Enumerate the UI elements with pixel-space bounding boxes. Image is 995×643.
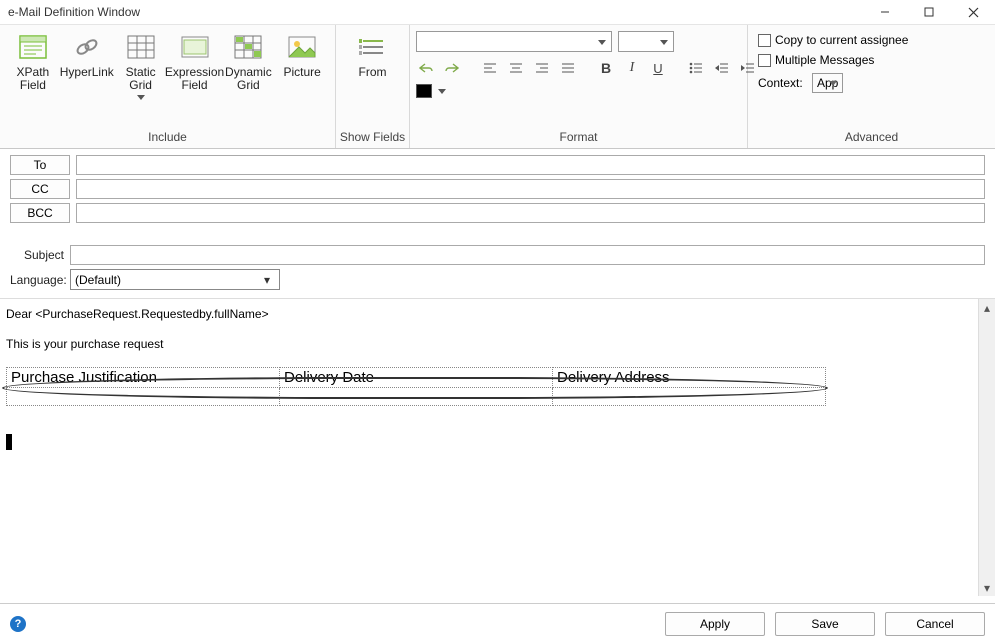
picture-label: Picture [283, 66, 320, 79]
close-button[interactable] [951, 0, 995, 25]
text-cursor [6, 434, 12, 450]
table-header: Purchase Justification [7, 368, 280, 388]
format-group-label: Format [410, 128, 747, 148]
undo-button[interactable] [416, 58, 436, 78]
italic-button[interactable]: I [622, 58, 642, 78]
include-group-label: Include [0, 128, 335, 148]
body-line: This is your purchase request [6, 337, 971, 351]
table-header: Delivery Address [553, 368, 826, 388]
window-title: e-Mail Definition Window [8, 5, 863, 19]
table-cell[interactable] [280, 388, 553, 406]
picture-icon [286, 31, 318, 63]
static-grid-button[interactable]: StaticGrid [114, 29, 168, 102]
multiple-messages-checkbox[interactable] [758, 54, 771, 67]
minimize-button[interactable] [863, 0, 907, 25]
copy-assignee-checkbox[interactable] [758, 34, 771, 47]
bottom-bar: ? Apply Save Cancel [0, 603, 995, 643]
outdent-button[interactable] [712, 58, 732, 78]
font-family-select[interactable] [416, 31, 612, 52]
align-justify-button[interactable] [558, 58, 578, 78]
cancel-button[interactable]: Cancel [885, 612, 985, 636]
titlebar: e-Mail Definition Window [0, 0, 995, 25]
hyperlink-button[interactable]: HyperLink [60, 29, 114, 81]
grid-icon [125, 31, 157, 63]
table-header: Delivery Date [280, 368, 553, 388]
multiple-messages-label: Multiple Messages [775, 53, 874, 67]
body-table[interactable]: Purchase Justification Delivery Date Del… [6, 367, 826, 406]
ribbon: XPathField HyperLink StaticGrid Expressi… [0, 25, 995, 149]
header-fields: To CC BCC Subject Language: (Default) ▾ [0, 149, 995, 298]
bcc-button[interactable]: BCC [10, 203, 70, 223]
ribbon-group-showfields: From Show Fields [336, 25, 410, 148]
cc-input[interactable] [76, 179, 985, 199]
context-select[interactable]: App [812, 73, 843, 93]
to-input[interactable] [76, 155, 985, 175]
advanced-group-label: Advanced [748, 128, 995, 148]
from-button[interactable]: From [346, 29, 400, 81]
bullet-list-button[interactable] [686, 58, 706, 78]
exprfield-label: ExpressionField [165, 66, 224, 92]
chevron-down-icon[interactable] [438, 89, 446, 94]
expression-field-button[interactable]: ExpressionField [168, 29, 222, 94]
body-line: Dear <PurchaseRequest.Requestedby.fullNa… [6, 307, 971, 321]
ribbon-group-advanced: Copy to current assignee Multiple Messag… [748, 25, 995, 148]
bold-button[interactable]: B [596, 58, 616, 78]
redo-button[interactable] [442, 58, 462, 78]
font-color-swatch[interactable] [416, 84, 432, 98]
subject-input[interactable] [70, 245, 985, 265]
bcc-input[interactable] [76, 203, 985, 223]
dyngrid-icon [232, 31, 264, 63]
xpath-field-button[interactable]: XPathField [6, 29, 60, 94]
table-cell[interactable] [553, 388, 826, 406]
language-label: Language: [10, 273, 70, 287]
chevron-down-icon: ▾ [259, 273, 275, 287]
align-right-button[interactable] [532, 58, 552, 78]
from-icon [357, 31, 389, 63]
email-body-editor[interactable]: Dear <PurchaseRequest.Requestedby.fullNa… [0, 299, 977, 596]
align-left-button[interactable] [480, 58, 500, 78]
copy-assignee-label: Copy to current assignee [775, 33, 908, 47]
context-label: Context: [758, 76, 808, 90]
staticgrid-label: StaticGrid [126, 66, 156, 92]
font-size-select[interactable] [618, 31, 674, 52]
vertical-scrollbar[interactable]: ▴ ▾ [978, 299, 995, 596]
cc-button[interactable]: CC [10, 179, 70, 199]
dyngrid-label: DynamicGrid [225, 66, 272, 92]
showfields-group-label: Show Fields [336, 128, 409, 148]
xpath-icon [17, 31, 49, 63]
dynamic-grid-button[interactable]: DynamicGrid [222, 29, 276, 94]
scroll-up-icon[interactable]: ▴ [979, 299, 995, 316]
underline-button[interactable]: U [648, 58, 668, 78]
hyperlink-label: HyperLink [60, 66, 114, 79]
apply-button[interactable]: Apply [665, 612, 765, 636]
align-center-button[interactable] [506, 58, 526, 78]
xpath-label: XPathField [17, 66, 50, 92]
ribbon-group-include: XPathField HyperLink StaticGrid Expressi… [0, 25, 336, 148]
help-icon[interactable]: ? [10, 616, 26, 632]
chevron-down-icon [137, 95, 145, 100]
subject-label: Subject [10, 248, 70, 262]
save-button[interactable]: Save [775, 612, 875, 636]
to-button[interactable]: To [10, 155, 70, 175]
hyperlink-icon [71, 31, 103, 63]
table-cell[interactable] [7, 388, 280, 406]
editor-area: Dear <PurchaseRequest.Requestedby.fullNa… [0, 298, 995, 596]
picture-button[interactable]: Picture [275, 29, 329, 81]
language-select[interactable]: (Default) ▾ [70, 269, 280, 290]
ribbon-group-format: B I U Format [410, 25, 748, 148]
scroll-down-icon[interactable]: ▾ [979, 579, 995, 596]
maximize-button[interactable] [907, 0, 951, 25]
expr-icon [179, 31, 211, 63]
from-label: From [359, 66, 387, 79]
